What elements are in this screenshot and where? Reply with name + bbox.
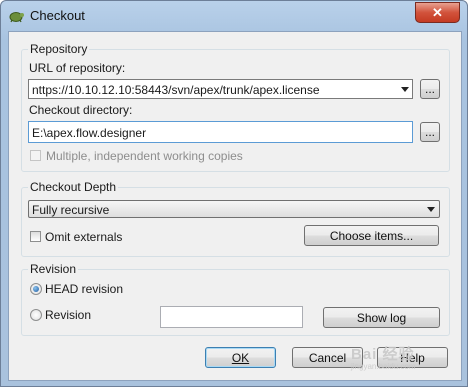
dialog-window: Checkout ✕ Repository URL of repository:… xyxy=(0,0,468,387)
checkout-dir-value: E:\apex.flow.designer xyxy=(32,126,147,140)
revision-input[interactable] xyxy=(160,306,303,328)
url-combobox[interactable]: nttps://10.10.12.10:58443/svn/apex/trunk… xyxy=(28,79,413,99)
browse-dir-button[interactable]: ... xyxy=(420,122,440,142)
depth-selected-value: Fully recursive xyxy=(32,203,110,217)
dialog-body: Repository URL of repository: nttps://10… xyxy=(8,31,462,381)
tortoise-icon xyxy=(9,12,24,23)
watermark-logo: Bai 经验 jingyan.baidu.com xyxy=(351,343,415,371)
head-revision-radio[interactable] xyxy=(30,283,42,295)
repository-group-label: Repository xyxy=(28,42,90,56)
multiple-copies-label: Multiple, independent working copies xyxy=(46,149,243,163)
ok-button[interactable]: OK xyxy=(205,347,276,368)
chevron-down-icon[interactable] xyxy=(401,87,409,92)
chevron-down-icon[interactable] xyxy=(427,207,435,212)
url-label: URL of repository: xyxy=(29,61,126,75)
radio-selected-dot xyxy=(33,286,39,292)
checkout-depth-group-label: Checkout Depth xyxy=(28,180,119,194)
checkout-depth-group: Checkout Depth xyxy=(21,180,450,257)
watermark-main: Bai 经验 xyxy=(351,346,415,363)
watermark-sub: jingyan.baidu.com xyxy=(351,362,416,371)
dir-label: Checkout directory: xyxy=(29,103,133,117)
specific-revision-radio[interactable] xyxy=(30,309,42,321)
window-title: Checkout xyxy=(30,8,85,23)
cancel-label: Cancel xyxy=(308,350,347,365)
depth-select[interactable]: Fully recursive xyxy=(28,200,440,218)
browse-url-button[interactable]: ... xyxy=(420,79,440,99)
url-value: nttps://10.10.12.10:58443/svn/apex/trunk… xyxy=(32,83,320,97)
ok-label: OK xyxy=(231,350,250,365)
show-log-label: Show log xyxy=(356,310,407,325)
title-bar[interactable]: Checkout ✕ xyxy=(1,1,467,31)
close-icon: ✕ xyxy=(432,4,443,20)
show-log-button[interactable]: Show log xyxy=(323,307,440,328)
specific-revision-label: Revision xyxy=(45,308,92,322)
revision-group-label: Revision xyxy=(28,262,79,276)
choose-items-button[interactable]: Choose items... xyxy=(304,225,439,246)
omit-externals-checkbox[interactable] xyxy=(30,231,41,242)
omit-externals-label: Omit externals xyxy=(45,230,123,244)
browse-url-label: ... xyxy=(424,82,435,96)
close-button[interactable]: ✕ xyxy=(415,2,460,23)
browse-dir-label: ... xyxy=(424,125,435,139)
multiple-copies-checkbox[interactable] xyxy=(30,150,41,161)
checkout-dir-input[interactable]: E:\apex.flow.designer xyxy=(28,121,413,143)
head-revision-label: HEAD revision xyxy=(45,282,124,296)
choose-items-label: Choose items... xyxy=(329,228,414,243)
